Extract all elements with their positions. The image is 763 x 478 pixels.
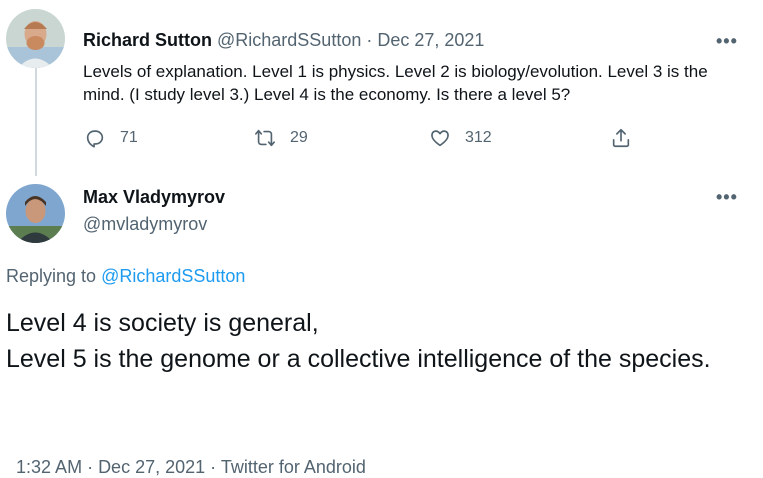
tweet-client[interactable]: Twitter for Android: [221, 457, 366, 477]
reply-button[interactable]: 71: [84, 127, 138, 149]
header-separator: ·: [366, 30, 373, 50]
avatar-richard-sutton[interactable]: [6, 9, 65, 68]
share-icon: [612, 128, 630, 148]
tweet-time[interactable]: 1:32 AM: [16, 457, 82, 477]
share-button[interactable]: [610, 127, 632, 149]
like-icon: [431, 130, 449, 147]
parent-tweet-header: Richard Sutton @RichardSSutton · Dec 27,…: [83, 30, 484, 51]
retweet-count: 29: [290, 129, 308, 146]
more-icon[interactable]: •••: [716, 31, 738, 52]
reply-count: 71: [120, 129, 138, 146]
reply-author-name[interactable]: Max Vladymyrov: [83, 187, 225, 208]
tweet-date[interactable]: Dec 27, 2021: [98, 457, 205, 477]
thread-connector-line: [35, 68, 37, 176]
meta-separator: ·: [205, 457, 221, 477]
tweet-meta: 1:32 AM · Dec 27, 2021 · Twitter for And…: [6, 436, 366, 478]
author-name[interactable]: Richard Sutton: [83, 30, 212, 51]
reply-tweet-text: Level 4 is society is general, Level 5 i…: [6, 305, 746, 377]
meta-separator: ·: [82, 457, 99, 477]
retweet-icon: [255, 129, 275, 147]
author-handle[interactable]: @RichardSSutton: [217, 30, 361, 51]
reply-text-line: Level 5 is the genome or a collective in…: [6, 345, 711, 373]
retweet-button[interactable]: 29: [254, 127, 308, 149]
like-button[interactable]: 312: [429, 127, 492, 149]
reply-author-handle[interactable]: @mvladymyrov: [83, 214, 207, 235]
parent-tweet-text: Levels of explanation. Level 1 is physic…: [83, 62, 708, 104]
reply-icon: [86, 130, 104, 148]
tweet-date[interactable]: Dec 27, 2021: [377, 30, 484, 51]
more-icon[interactable]: •••: [716, 187, 738, 208]
reply-text-line: Level 4 is society is general,: [6, 309, 319, 337]
like-count: 312: [465, 129, 492, 146]
replying-to: Replying to @RichardSSutton: [6, 266, 245, 287]
replying-to-handle-link[interactable]: @RichardSSutton: [101, 266, 245, 286]
replying-to-prefix: Replying to: [6, 266, 102, 286]
avatar-max-vladymyrov[interactable]: [6, 184, 65, 243]
